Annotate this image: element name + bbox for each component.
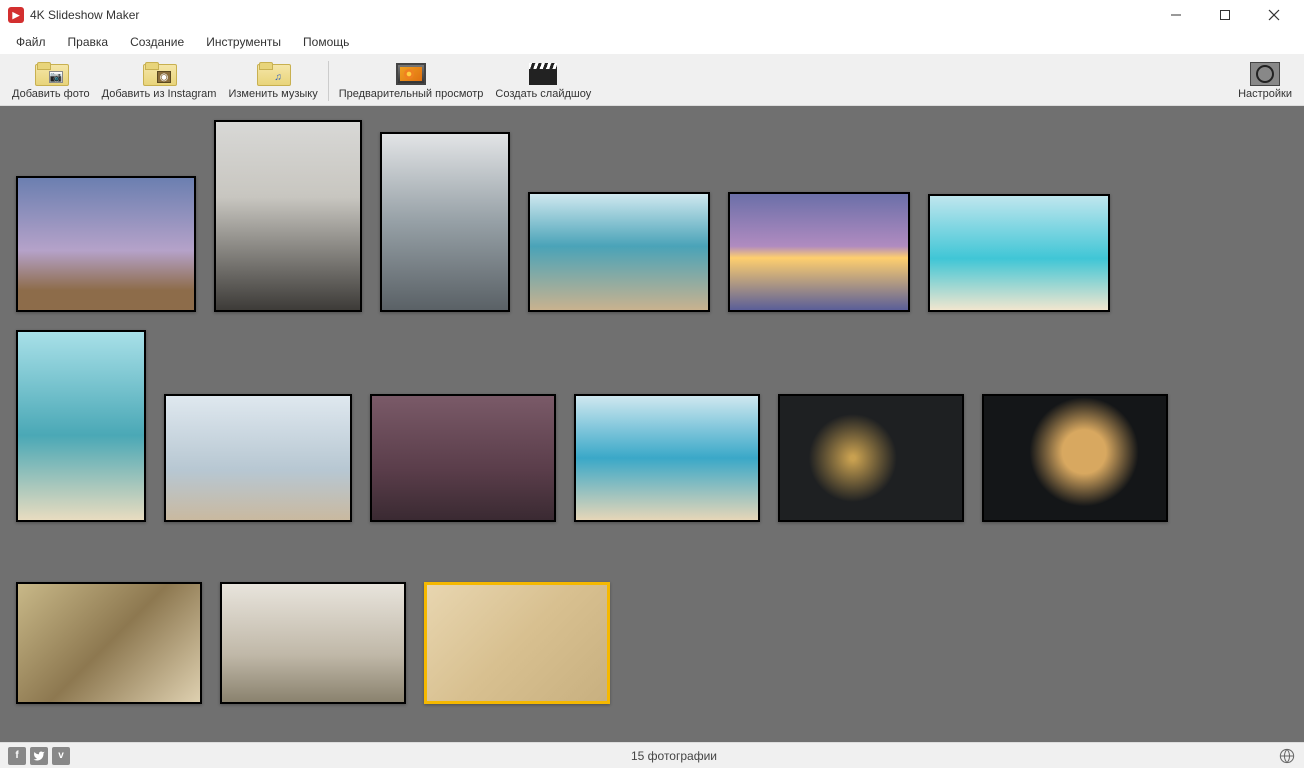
thumb-image (18, 178, 194, 310)
minimize-button[interactable] (1153, 1, 1198, 29)
thumb-lifeguard-beach[interactable] (164, 394, 352, 522)
folder-music-icon: ♫ (257, 62, 289, 86)
toolbar: 📷 Добавить фото ◉ Добавить из Instagram … (0, 54, 1304, 106)
add-instagram-button[interactable]: ◉ Добавить из Instagram (96, 56, 223, 105)
thumb-city-skyline[interactable] (380, 132, 510, 312)
preview-icon (396, 63, 426, 85)
vimeo-button[interactable]: v (52, 747, 70, 765)
thumb-kneeling-beach[interactable] (16, 330, 146, 522)
thumb-image (382, 134, 508, 310)
create-slideshow-button[interactable]: Создать слайдшоу (489, 56, 597, 105)
folder-photo-icon: 📷 (35, 62, 67, 86)
thumb-beach-walking[interactable] (528, 192, 710, 312)
language-button[interactable] (1278, 747, 1296, 765)
thumb-image (166, 396, 350, 520)
menubar: Файл Правка Создание Инструменты Помощь (0, 30, 1304, 54)
thumb-image (576, 396, 758, 520)
add-photo-label: Добавить фото (12, 88, 90, 100)
thumb-christmas-tree-1[interactable] (778, 394, 964, 522)
change-music-label: Изменить музыку (228, 88, 317, 100)
twitter-button[interactable] (30, 747, 48, 765)
thumb-image (730, 194, 908, 310)
thumb-image (530, 194, 708, 310)
gear-icon (1250, 62, 1280, 86)
thumb-turquoise-beach[interactable] (928, 194, 1110, 312)
thumb-wedding-bouquet[interactable] (220, 582, 406, 704)
clapperboard-icon (529, 63, 557, 85)
toolbar-separator (328, 61, 329, 101)
thumb-eiffel-tower[interactable] (16, 176, 196, 312)
thumb-image (780, 396, 962, 520)
thumb-image (984, 396, 1166, 520)
menu-create[interactable]: Создание (120, 32, 194, 52)
change-music-button[interactable]: ♫ Изменить музыку (222, 56, 323, 105)
statusbar: f v 15 фотографии (0, 742, 1304, 768)
thumb-image (216, 122, 360, 310)
settings-button[interactable]: Настройки (1232, 59, 1298, 102)
menu-help[interactable]: Помощь (293, 32, 359, 52)
thumb-sunset-heart[interactable] (728, 192, 910, 312)
menu-file[interactable]: Файл (6, 32, 56, 52)
preview-label: Предварительный просмотр (339, 88, 484, 100)
thumb-image (222, 584, 404, 702)
status-count: 15 фотографии (70, 749, 1278, 763)
preview-button[interactable]: Предварительный просмотр (333, 56, 490, 105)
thumb-family-kiss[interactable] (370, 394, 556, 522)
thumb-row (16, 120, 1288, 312)
thumb-row (16, 582, 1288, 704)
menu-tools[interactable]: Инструменты (196, 32, 291, 52)
titlebar: ▶ 4K Slideshow Maker (0, 0, 1304, 30)
thumb-merry-christmas[interactable] (982, 394, 1168, 522)
app-title: 4K Slideshow Maker (30, 8, 139, 22)
settings-label: Настройки (1238, 88, 1292, 100)
thumb-image (18, 584, 200, 702)
maximize-button[interactable] (1202, 1, 1247, 29)
app-icon: ▶ (8, 7, 24, 23)
create-slideshow-label: Создать слайдшоу (495, 88, 591, 100)
thumb-wedding-rings[interactable] (16, 582, 202, 704)
add-instagram-label: Добавить из Instagram (102, 88, 217, 100)
thumb-image (18, 332, 144, 520)
close-button[interactable] (1251, 1, 1296, 29)
photo-canvas[interactable] (0, 106, 1304, 742)
facebook-button[interactable]: f (8, 747, 26, 765)
thumb-baby-blanket[interactable] (424, 582, 610, 704)
thumb-image (372, 396, 554, 520)
add-photo-button[interactable]: 📷 Добавить фото (6, 56, 96, 105)
thumb-image (427, 585, 607, 701)
thumb-beach-hat[interactable] (574, 394, 760, 522)
menu-edit[interactable]: Правка (58, 32, 119, 52)
thumb-row (16, 330, 1288, 522)
thumb-woman-portrait[interactable] (214, 120, 362, 312)
thumb-image (930, 196, 1108, 310)
folder-instagram-icon: ◉ (143, 62, 175, 86)
